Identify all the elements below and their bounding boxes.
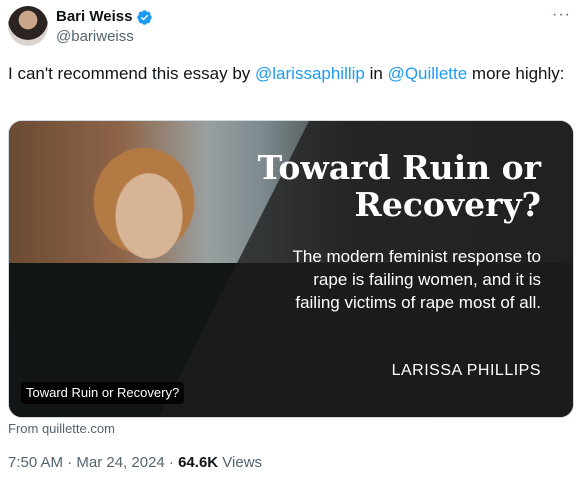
card-source[interactable]: From quillette.com [8, 421, 115, 436]
tweet-text-pre: I can't recommend this essay by [8, 64, 256, 83]
avatar[interactable] [8, 6, 48, 46]
card-title: Toward Ruin or Recovery? [257, 148, 541, 224]
author-handle[interactable]: @bariweiss [56, 28, 134, 46]
card-subtitle: The modern feminist response to rape is … [292, 247, 541, 312]
author-name-row[interactable]: Bari Weiss [56, 8, 153, 26]
card-author: LARISSA PHILLIPS [391, 362, 541, 379]
tweet-text-mid: in [364, 64, 388, 83]
author-name[interactable]: Bari Weiss [56, 8, 132, 26]
mention-larissaphillip[interactable]: @larissaphillip [255, 64, 365, 83]
tweet-text: I can't recommend this essay by @larissa… [8, 62, 568, 85]
link-card[interactable]: Toward Ruin or Recovery? The modern femi… [8, 120, 574, 418]
verified-icon [137, 9, 153, 25]
tweet-meta: 7:50 AM · Mar 24, 2024 · 64.6K Views [8, 453, 262, 473]
mention-quillette[interactable]: @Quillette [388, 64, 468, 83]
views-count: 64.6K [178, 454, 219, 471]
more-options-icon[interactable]: ··· [552, 6, 571, 24]
views-label: Views [218, 454, 263, 471]
card-label: Toward Ruin or Recovery? [21, 382, 185, 404]
timestamp[interactable]: 7:50 AM · Mar 24, 2024 · [8, 454, 178, 471]
tweet-text-post: more highly: [467, 64, 565, 83]
